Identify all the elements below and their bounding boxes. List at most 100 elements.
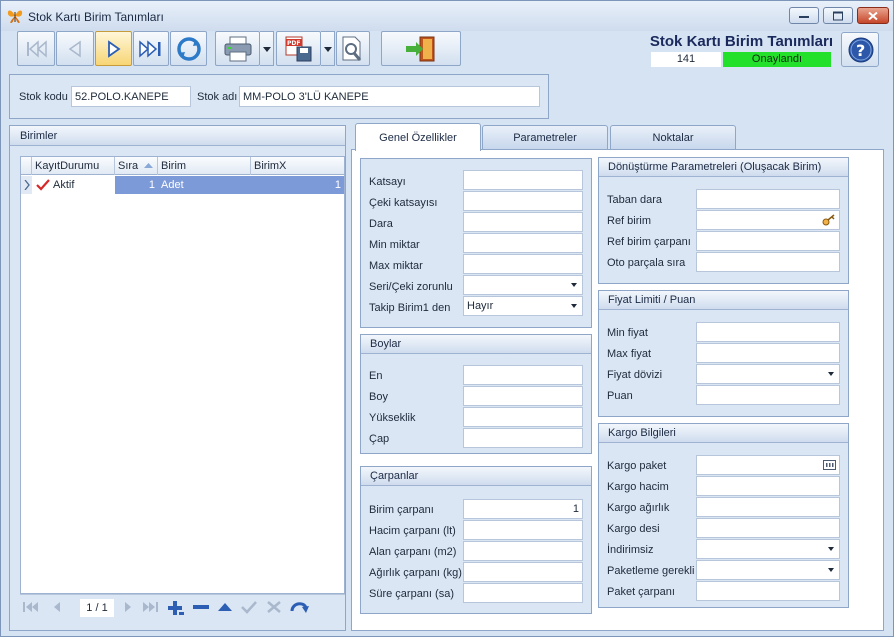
katsayi-field[interactable] [463,170,583,190]
last-record-button[interactable] [133,31,169,66]
search-document-button[interactable] [336,31,370,66]
last-icon [139,39,161,58]
column-header-birimx[interactable]: BirimX [251,157,344,175]
kargo-hacim-field[interactable] [696,476,840,496]
en-field[interactable] [463,365,583,385]
ceki-katsayisi-field[interactable] [463,191,583,211]
column-header-sira[interactable]: Sıra [115,157,158,175]
agirlik-carpani-field[interactable] [463,562,583,582]
first-icon [23,602,38,612]
nav-previous-button[interactable] [48,600,66,616]
donusturme-group: Dönüştürme Parametreleri (Oluşacak Birim… [598,157,849,284]
export-dropdown-button[interactable] [321,31,335,66]
boylar-group: Boylar En Boy Yükseklik Çap [360,334,592,454]
seri-ceki-zorunlu-select[interactable] [463,275,583,295]
sort-ascending-icon [144,163,153,168]
pdf-save-icon: PDF [285,36,311,61]
stok-name-field[interactable]: MM-POLO 3'LÜ KANEPE [239,86,540,107]
help-button[interactable]: ? [841,32,879,67]
print-button[interactable] [215,31,260,66]
max-miktar-field[interactable] [463,254,583,274]
dara-field[interactable] [463,212,583,232]
stok-code-field[interactable]: 52.POLO.KANEPE [71,86,191,107]
ref-birim-field[interactable] [696,210,840,230]
cell-birimx: 1 [251,176,344,194]
hacim-carpani-field[interactable] [463,520,583,540]
min-fiyat-field[interactable] [696,322,840,342]
max-fiyat-field[interactable] [696,343,840,363]
boy-field[interactable] [463,386,583,406]
kargo-title: Kargo Bilgileri [599,424,848,443]
nav-last-button[interactable] [142,600,160,616]
print-dropdown-button[interactable] [260,31,274,66]
kargo-agirlik-field[interactable] [696,497,840,517]
chevron-down-icon [263,47,271,52]
first-record-button[interactable] [17,31,55,66]
min-miktar-field[interactable] [463,233,583,253]
refresh-button[interactable] [170,31,207,66]
row-indicator-header [21,157,32,175]
cap-field[interactable] [463,428,583,448]
oto-parcala-sira-field[interactable] [696,252,840,272]
nav-post-button[interactable] [240,600,258,616]
fiyat-dovizi-select[interactable] [696,364,840,384]
tab-genel-ozellikler[interactable]: Genel Özellikler [355,123,481,151]
window-title: Stok Kartı Birim Tanımları [28,10,164,24]
refresh-icon [290,602,309,613]
nav-first-button[interactable] [22,600,40,616]
alan-carpani-label: Alan çarpanı (m2) [369,546,457,558]
cell-kayitdurumu-text: Aktif [53,179,75,191]
minimize-button[interactable] [789,7,819,24]
close-button[interactable] [857,7,889,24]
takip-birim-value: Hayır [467,300,494,312]
next-record-button[interactable] [95,31,132,66]
previous-record-button[interactable] [56,31,94,66]
document-search-icon [342,36,362,61]
table-row[interactable]: Aktif 1 Adet 1 [21,176,344,194]
puan-field[interactable] [696,385,840,405]
yukseklik-field[interactable] [463,407,583,427]
column-header-birim[interactable]: Birim [158,157,251,175]
birimler-title: Birimler [10,126,345,146]
svg-text:?: ? [856,41,865,60]
nav-cancel-button[interactable] [265,600,283,616]
lookup-key-icon[interactable] [822,214,836,226]
ref-birim-carpani-field[interactable] [696,231,840,251]
maximize-icon [833,11,843,20]
plus-icon [168,601,184,615]
nav-add-button[interactable] [167,600,185,616]
chevron-down-icon [828,568,834,572]
sure-carpani-field[interactable] [463,583,583,603]
nav-next-button[interactable] [120,600,138,616]
chevron-down-icon [828,547,834,551]
stok-info-box: Stok kodu 52.POLO.KANEPE Stok adı MM-POL… [9,74,549,119]
nav-delete-button[interactable] [192,600,210,616]
kargo-desi-field[interactable] [696,518,840,538]
previous-icon [68,40,81,57]
tab-noktalar[interactable]: Noktalar [610,125,736,150]
ref-birim-carpani-label: Ref birim çarpanı [607,236,691,248]
indirimsiz-select[interactable] [696,539,840,559]
column-header-kayitdurumu[interactable]: KayıtDurumu [32,157,115,175]
taban-dara-field[interactable] [696,189,840,209]
export-pdf-button[interactable]: PDF [276,31,321,66]
kargo-desi-label: Kargo desi [607,523,660,535]
paketleme-gerekli-select[interactable] [696,560,840,580]
kargo-paket-field[interactable] [696,455,840,475]
birim-carpani-field[interactable]: 1 [463,499,583,519]
indirimsiz-label: İndirimsiz [607,544,654,556]
max-miktar-label: Max miktar [369,260,423,272]
nav-refresh-button[interactable] [290,600,309,616]
nav-edit-button[interactable] [216,600,234,616]
alan-carpani-field[interactable] [463,541,583,561]
refresh-icon [176,36,201,61]
takip-birim-select[interactable]: Hayır [463,296,583,316]
exit-button[interactable] [381,31,461,66]
tab-parametreler[interactable]: Parametreler [482,125,608,150]
ellipsis-icon[interactable] [823,460,836,470]
paket-carpani-field[interactable] [696,581,840,601]
first-icon [27,39,47,58]
grid-navigator: 1 / 1 [20,594,345,620]
maximize-button[interactable] [823,7,853,24]
minus-icon [193,605,209,609]
